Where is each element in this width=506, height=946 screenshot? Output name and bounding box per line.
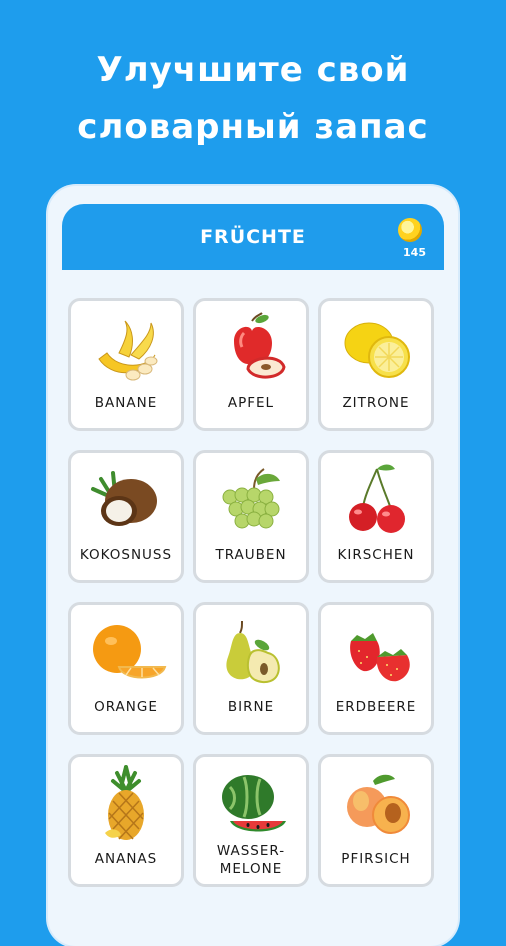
- category-header: FRÜCHTE 145: [62, 204, 444, 270]
- promo-line-2: словарный запас: [77, 107, 429, 147]
- card-label: BIRNE: [227, 699, 275, 715]
- coconut-icon: [71, 459, 181, 543]
- card-kirschen[interactable]: KIRSCHEN: [318, 450, 434, 583]
- card-label: KOKOSNUSS: [79, 547, 173, 563]
- category-title: FRÜCHTE: [200, 226, 306, 248]
- card-birne[interactable]: BIRNE: [193, 602, 309, 735]
- card-label: ERDBEERE: [335, 699, 417, 715]
- cherries-icon: [321, 459, 431, 543]
- card-kokosnuss[interactable]: KOKOSNUSS: [68, 450, 184, 583]
- watermelon-icon: [196, 763, 306, 847]
- card-label: PFIRSICH: [341, 851, 411, 867]
- orange-icon: [71, 611, 181, 695]
- grapes-icon: [196, 459, 306, 543]
- card-label: WASSER- MELONE: [196, 842, 306, 878]
- pineapple-icon: [71, 763, 181, 847]
- card-pfirsich[interactable]: PFIRSICH: [318, 754, 434, 887]
- card-banane[interactable]: BANANE: [68, 298, 184, 431]
- strawberry-icon: [321, 611, 431, 695]
- card-label: TRAUBEN: [215, 547, 287, 563]
- card-label: KIRSCHEN: [337, 547, 415, 563]
- coin-icon: [398, 218, 422, 242]
- pear-icon: [196, 611, 306, 695]
- card-label: ANANAS: [94, 851, 158, 867]
- lemon-icon: [321, 307, 431, 391]
- card-apfel[interactable]: APFEL: [193, 298, 309, 431]
- promo-headline: Улучшите свой словарный запас: [0, 42, 506, 156]
- card-label-line-2: MELONE: [219, 861, 283, 877]
- card-label: ORANGE: [94, 699, 158, 715]
- apple-icon: [196, 307, 306, 391]
- card-label: ZITRONE: [342, 395, 410, 411]
- coin-count: 145: [403, 246, 426, 259]
- peach-icon: [321, 763, 431, 847]
- card-label: BANANE: [94, 395, 158, 411]
- card-label-line-1: WASSER-: [216, 843, 286, 859]
- card-orange[interactable]: ORANGE: [68, 602, 184, 735]
- promo-line-1: Улучшите свой: [96, 50, 410, 90]
- phone-frame: FRÜCHTE 145 BANANE APFEL ZITRONE KOKOSNU…: [48, 186, 458, 946]
- banana-icon: [71, 307, 181, 391]
- card-label: APFEL: [227, 395, 275, 411]
- fruit-grid: BANANE APFEL ZITRONE KOKOSNUSS TRAUBEN K…: [68, 298, 438, 887]
- card-zitrone[interactable]: ZITRONE: [318, 298, 434, 431]
- card-erdbeere[interactable]: ERDBEERE: [318, 602, 434, 735]
- card-ananas[interactable]: ANANAS: [68, 754, 184, 887]
- card-wassermelone[interactable]: WASSER- MELONE: [193, 754, 309, 887]
- card-trauben[interactable]: TRAUBEN: [193, 450, 309, 583]
